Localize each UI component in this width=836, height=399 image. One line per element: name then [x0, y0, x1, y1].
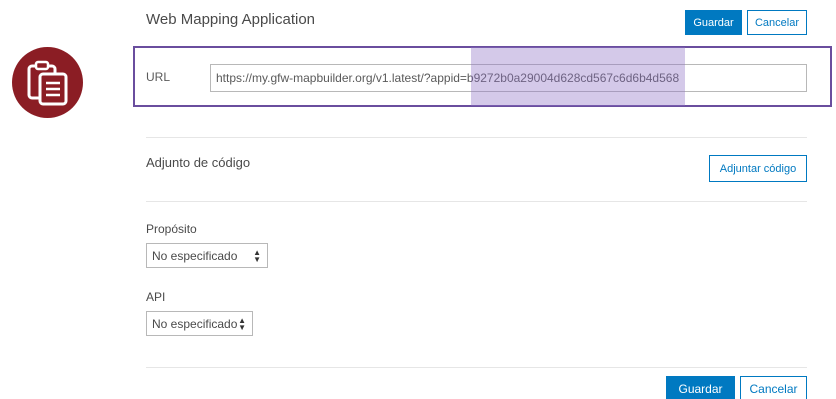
save-button-top[interactable]: Guardar	[685, 10, 742, 35]
url-label: URL	[146, 70, 171, 84]
select-arrows-icon: ▲ ▼	[238, 316, 246, 332]
code-attachment-title: Adjunto de código	[146, 155, 251, 170]
paste-clipboard-badge	[12, 47, 83, 118]
page-title: Web Mapping Application	[146, 11, 315, 28]
api-select-value: No especificado	[152, 316, 238, 331]
purpose-label: Propósito	[146, 222, 197, 236]
attach-code-button[interactable]: Adjuntar código	[709, 155, 807, 182]
select-arrows-icon: ▲ ▼	[253, 248, 261, 264]
divider	[146, 137, 807, 138]
cancel-button-top[interactable]: Cancelar	[747, 10, 807, 35]
url-input[interactable]: https://my.gfw-mapbuilder.org/v1.latest/…	[210, 64, 807, 92]
api-select[interactable]: No especificado ▲ ▼	[146, 311, 253, 336]
save-button-bottom[interactable]: Guardar	[666, 376, 735, 399]
clipboard-paste-icon	[27, 60, 67, 105]
cancel-button-bottom[interactable]: Cancelar	[740, 376, 807, 399]
purpose-select-value: No especificado	[152, 248, 238, 263]
divider	[146, 367, 807, 368]
purpose-select[interactable]: No especificado ▲ ▼	[146, 243, 268, 268]
api-label: API	[146, 290, 166, 304]
divider	[146, 201, 807, 202]
